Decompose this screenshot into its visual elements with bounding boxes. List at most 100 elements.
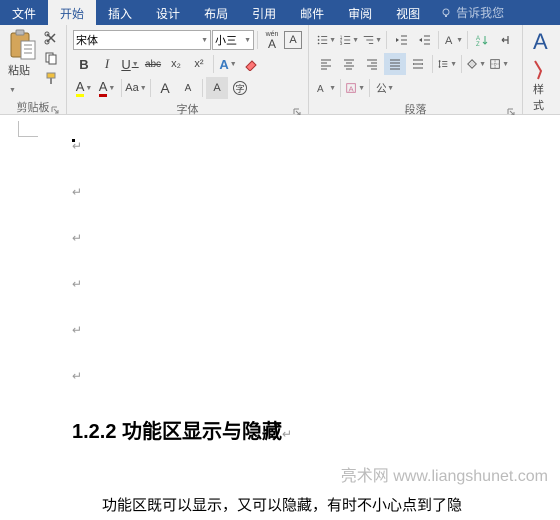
numbering-button[interactable]: 123▼ [338, 29, 360, 51]
ribbon: 粘贴▼ 剪贴板 宋体▼ 小三▼ wénA A [0, 25, 560, 115]
styles-glyph: A [533, 29, 550, 81]
tell-me-label: 告诉我您 [456, 4, 504, 21]
enclose-char-button[interactable]: 字 [229, 77, 251, 99]
font-size-combo[interactable]: 小三▼ [212, 30, 254, 50]
tab-view[interactable]: 视图 [384, 0, 432, 25]
superscript-button[interactable]: x² [188, 53, 210, 75]
font-color-button[interactable]: A▼ [96, 77, 118, 99]
numbering-icon: 123 [339, 33, 351, 47]
align-left-icon [319, 57, 333, 71]
paragraph-mark: ↵ [72, 139, 560, 153]
clear-format-button[interactable] [240, 53, 262, 75]
tab-review[interactable]: 审阅 [336, 0, 384, 25]
text-effects-button[interactable]: A▼ [217, 53, 239, 75]
char-grid-button[interactable]: A▼ [344, 77, 366, 99]
clipboard-dialog-launcher[interactable] [50, 105, 60, 115]
textdir-icon: 公 [374, 81, 386, 95]
subscript-button[interactable]: x₂ [165, 53, 187, 75]
distribute-button[interactable] [407, 53, 429, 75]
asian-icon: A [443, 33, 455, 47]
tab-design[interactable]: 设计 [144, 0, 192, 25]
line-spacing-button[interactable]: ▼ [436, 53, 458, 75]
outdent-icon [394, 33, 408, 47]
paragraph-mark: ↵ [72, 231, 560, 245]
italic-button[interactable]: I [96, 53, 118, 75]
indent-icon [417, 33, 431, 47]
tab-mailings[interactable]: 邮件 [288, 0, 336, 25]
text-direction-button[interactable]: 公▼ [373, 77, 395, 99]
watermark: 亮术网 www.liangshunet.com [72, 462, 560, 486]
decrease-indent-button[interactable] [390, 29, 412, 51]
body-text[interactable]: 功能区既可以显示，又可以隐藏，有时不小心点到了隐 [72, 494, 560, 515]
tab-home[interactable]: 开始 [48, 0, 96, 25]
paragraph-mark: ↵ [72, 277, 560, 291]
char-border-button[interactable]: A [284, 31, 302, 49]
tab-file[interactable]: 文件 [0, 0, 48, 25]
align-right-button[interactable] [361, 53, 383, 75]
eraser-icon [243, 57, 259, 71]
svg-text:公: 公 [376, 83, 386, 95]
ribbon-tab-bar: 文件 开始 插入 设计 布局 引用 邮件 审阅 视图 告诉我您 [0, 0, 560, 25]
cursor-dot [72, 139, 75, 142]
pilcrow-icon [498, 33, 512, 47]
phonetic-guide-button[interactable]: wénA [261, 29, 283, 51]
styles-label: 样式 [533, 84, 544, 112]
brush-icon [44, 71, 58, 85]
char-shading-button[interactable]: A [206, 77, 228, 99]
paragraph-mark: ↵ [72, 323, 560, 337]
underline-button[interactable]: U▼ [119, 53, 141, 75]
svg-text:A: A [348, 84, 354, 93]
page: ↵ ↵ ↵ ↵ ↵ ↵ 1.2.2 功能区显示与隐藏↵ 亮术网 www.lian… [0, 115, 560, 515]
copy-icon [44, 51, 58, 65]
strike-button[interactable]: abc [142, 53, 164, 75]
heading-mark: ↵ [282, 427, 292, 441]
highlight-button[interactable]: A▼ [73, 77, 95, 99]
align-left-button[interactable] [315, 53, 337, 75]
tell-me[interactable]: 告诉我您 [432, 0, 512, 25]
distribute-icon [411, 57, 425, 71]
show-marks-button[interactable] [494, 29, 516, 51]
paragraph-mark: ↵ [72, 185, 560, 199]
heading-text[interactable]: 1.2.2 功能区显示与隐藏 [72, 421, 282, 443]
bullets-button[interactable]: ▼ [315, 29, 337, 51]
change-case-button[interactable]: Aa▼ [125, 77, 147, 99]
styles-button[interactable]: A 样式 ▼ [527, 27, 556, 127]
font-name-combo[interactable]: 宋体▼ [73, 30, 211, 50]
format-painter-button[interactable] [42, 69, 60, 87]
paste-icon [8, 29, 36, 61]
asian2-icon: A [316, 81, 328, 95]
shrink-font-button[interactable]: A [177, 77, 199, 99]
svg-text:A: A [445, 35, 453, 47]
increase-indent-button[interactable] [413, 29, 435, 51]
cut-button[interactable] [42, 29, 60, 47]
font-name-value: 宋体 [76, 32, 98, 48]
asian-layout-button[interactable]: A▼ [442, 29, 464, 51]
multilevel-button[interactable]: ▼ [361, 29, 383, 51]
group-styles: A 样式 ▼ 样式 [523, 25, 560, 114]
paste-button[interactable]: 粘贴▼ [8, 61, 36, 97]
scissors-icon [44, 31, 58, 45]
tab-references[interactable]: 引用 [240, 0, 288, 25]
borders-button[interactable]: ▼ [488, 53, 510, 75]
shading-button[interactable]: ▼ [465, 53, 487, 75]
align-center-icon [342, 57, 356, 71]
svg-text:A: A [317, 84, 324, 95]
document-area[interactable]: ↵ ↵ ↵ ↵ ↵ ↵ 1.2.2 功能区显示与隐藏↵ 亮术网 www.lian… [0, 115, 560, 520]
tab-insert[interactable]: 插入 [96, 0, 144, 25]
paragraph-mark: ↵ [72, 369, 560, 383]
sort-button[interactable]: AZ [471, 29, 493, 51]
font-size-value: 小三 [215, 32, 237, 48]
group-paragraph: ▼ 123▼ ▼ A▼ AZ [309, 25, 523, 114]
paste-label: 粘贴 [8, 65, 30, 77]
justify-button[interactable] [384, 53, 406, 75]
grow-font-button[interactable]: A [154, 77, 176, 99]
align-right-icon [365, 57, 379, 71]
lightbulb-icon [440, 7, 452, 19]
align-center-button[interactable] [338, 53, 360, 75]
svg-text:Z: Z [476, 42, 480, 47]
copy-button[interactable] [42, 49, 60, 67]
tab-layout[interactable]: 布局 [192, 0, 240, 25]
shading-icon [466, 57, 478, 71]
bold-button[interactable]: B [73, 53, 95, 75]
asian-spacing-button[interactable]: A▼ [315, 77, 337, 99]
